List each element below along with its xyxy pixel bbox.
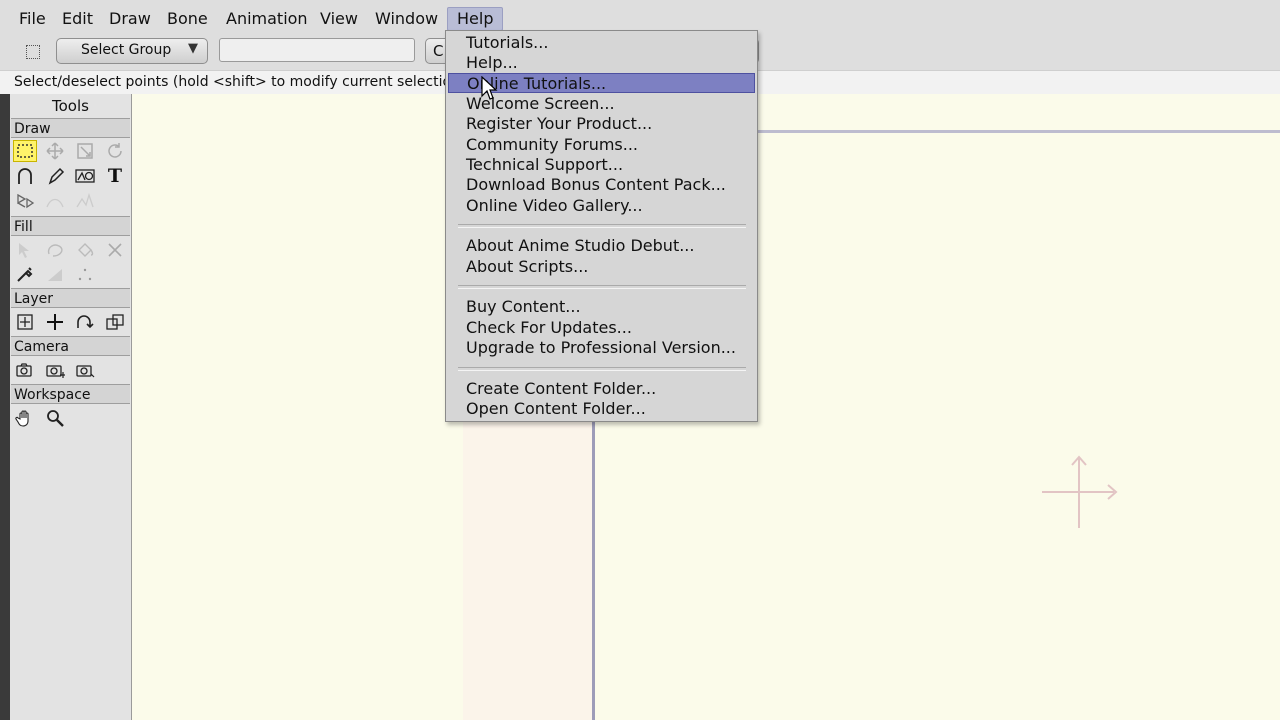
menu-view[interactable]: View [320,8,358,30]
zoom-magnifier-icon[interactable] [43,407,67,429]
rotate-points-icon[interactable] [103,140,127,162]
freehand-pencil-icon[interactable] [43,165,67,187]
menu-file[interactable]: File [19,8,46,30]
menu-window[interactable]: Window [375,8,438,30]
menu-item-about-anime-studio[interactable]: About Anime Studio Debut... [446,236,757,256]
menu-separator [458,224,746,228]
menu-draw[interactable]: Draw [109,8,151,30]
section-camera: Camera [11,336,130,356]
menu-help[interactable]: Help [447,7,504,31]
menu-separator [458,285,746,289]
status-text: Select/deselect points (hold <shift> to … [14,74,481,90]
select-group-label: Select Group [81,42,172,58]
eyedropper-icon[interactable] [13,263,37,285]
camera-frame-vertical-line [592,413,595,720]
menu-item-register-product[interactable]: Register Your Product... [446,114,757,134]
menu-separator [458,367,746,371]
menu-item-community-forums[interactable]: Community Forums... [446,135,757,155]
name-field[interactable] [219,38,415,62]
chevron-down-icon: ▼ [188,41,198,56]
track-camera-icon[interactable] [13,359,37,381]
draw-shape-icon[interactable] [73,165,97,187]
tools-panel: Tools Draw T Fill Layer Camera Workspace [10,94,132,720]
section-draw: Draw [11,118,130,138]
paint-bucket-icon[interactable] [73,239,97,261]
menu-item-upgrade-professional[interactable]: Upgrade to Professional Version... [446,338,757,358]
noise-icon[interactable] [73,190,97,212]
tools-panel-title: Tools [52,97,89,115]
section-layer: Layer [11,288,130,308]
hand-pan-icon[interactable] [13,407,37,429]
menu-bone[interactable]: Bone [167,8,208,30]
menu-item-about-scripts[interactable]: About Scripts... [446,257,757,277]
line-width-icon[interactable] [43,263,67,285]
scale-layer-icon[interactable] [103,311,127,333]
window-edge [0,94,10,720]
curvature-icon[interactable] [43,190,67,212]
menu-item-online-video-gallery[interactable]: Online Video Gallery... [446,196,757,216]
section-workspace: Workspace [11,384,130,404]
roll-camera-icon[interactable] [73,359,97,381]
mouse-cursor-icon [481,76,498,100]
origin-axes-icon [1042,455,1118,528]
select-marquee-icon[interactable] [26,45,40,59]
select-group-dropdown[interactable]: Select Group ▼ [56,38,208,64]
magnet-icon[interactable] [13,190,37,212]
translate-layer-icon[interactable] [43,311,67,333]
create-shape-icon[interactable] [43,239,67,261]
menu-edit[interactable]: Edit [62,8,93,30]
delete-shape-icon[interactable] [103,239,127,261]
camera-frame-horizontal-line [756,130,1280,133]
add-point-icon[interactable] [13,165,37,187]
menu-item-buy-content[interactable]: Buy Content... [446,297,757,317]
menu-item-open-content-folder[interactable]: Open Content Folder... [446,399,757,419]
menu-item-download-bonus-content[interactable]: Download Bonus Content Pack... [446,175,757,195]
hide-edge-icon[interactable] [73,263,97,285]
insert-text-icon[interactable]: T [103,165,127,187]
rotate-layer-icon[interactable] [73,311,97,333]
truncated-button-label: C [433,42,444,60]
menu-item-help[interactable]: Help... [446,53,757,73]
section-fill: Fill [11,216,130,236]
set-origin-icon[interactable] [13,311,37,333]
select-shape-icon[interactable] [13,239,37,261]
menu-item-create-content-folder[interactable]: Create Content Folder... [446,379,757,399]
zoom-camera-icon[interactable] [43,359,67,381]
translate-points-icon[interactable] [43,140,67,162]
scale-points-icon[interactable] [73,140,97,162]
menu-item-check-updates[interactable]: Check For Updates... [446,318,757,338]
menu-item-tutorials[interactable]: Tutorials... [446,33,757,53]
select-points-tool[interactable] [13,140,37,162]
menu-item-technical-support[interactable]: Technical Support... [446,155,757,175]
menu-animation[interactable]: Animation [226,8,308,30]
